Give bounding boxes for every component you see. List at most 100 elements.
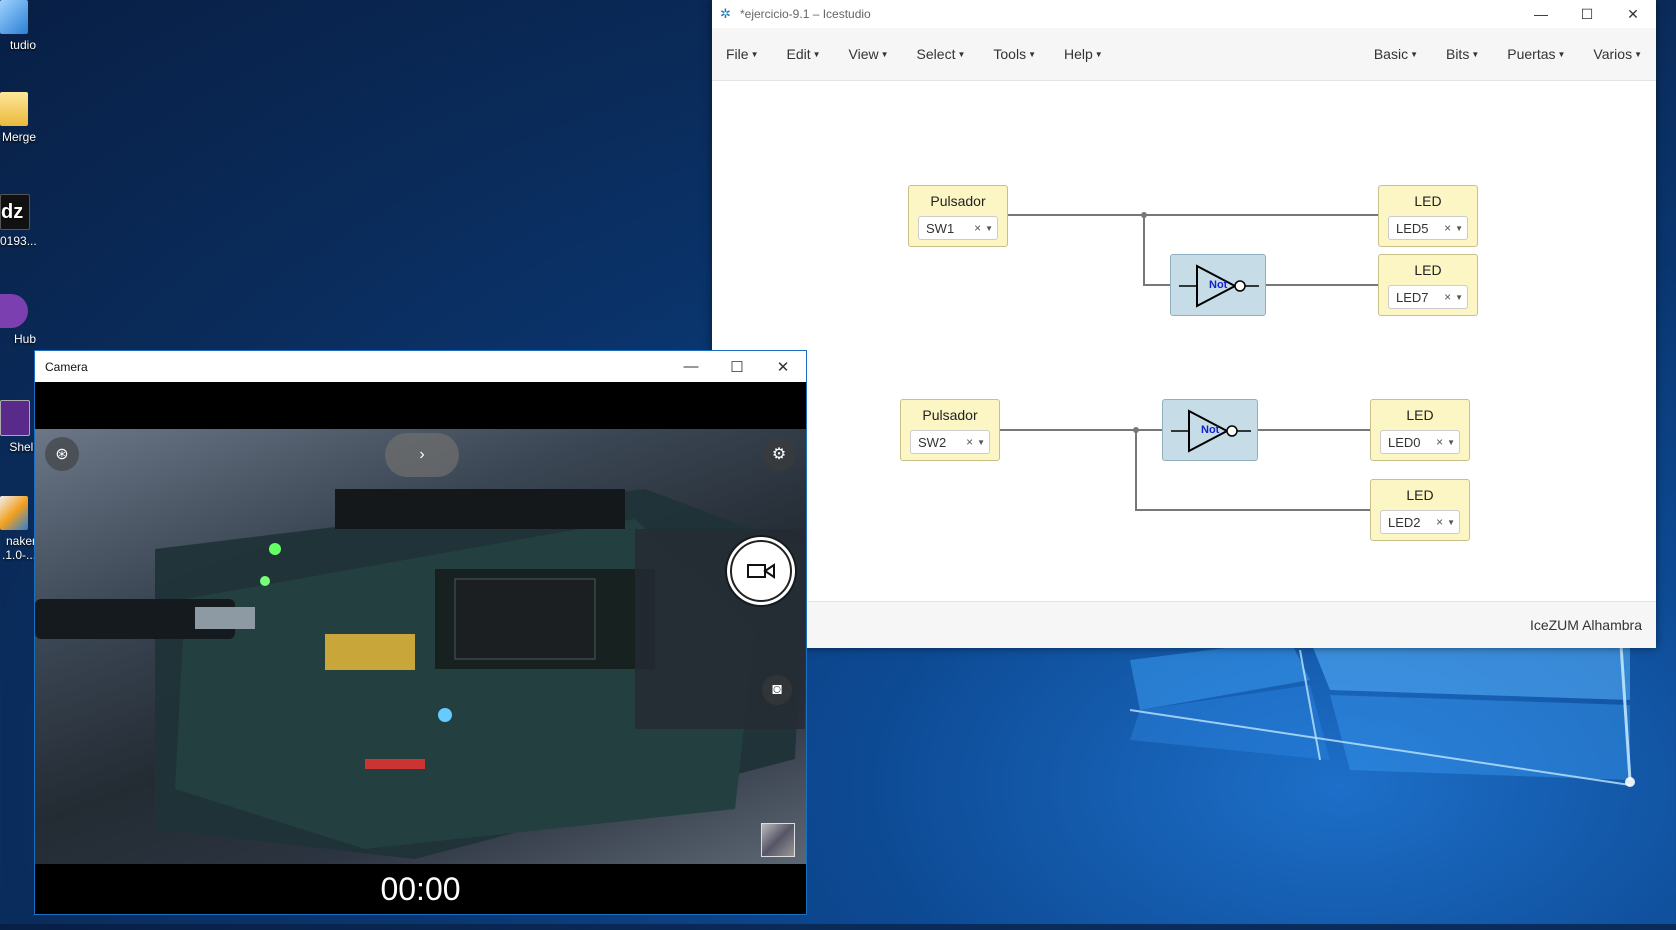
block-title: LED [1406, 487, 1434, 503]
camera-titlebar[interactable]: Camera — ☐ ✕ [35, 351, 806, 382]
hdr-icon[interactable]: ⊛ [45, 437, 79, 471]
close-button[interactable]: ✕ [760, 351, 806, 382]
last-capture-thumbnail[interactable] [761, 823, 795, 857]
pin-value: LED2 [1388, 514, 1421, 530]
menu-label: View [848, 46, 879, 62]
window-title: *ejercicio-9.1 – Icestudio [740, 7, 871, 21]
pulsador-block-2[interactable]: Pulsador SW2 × ▼ [900, 399, 1000, 461]
menu-label: Varios [1593, 46, 1633, 62]
menu-edit[interactable]: Edit ▼ [772, 46, 834, 62]
wires [1000, 212, 1378, 511]
clear-icon[interactable]: × [1444, 290, 1451, 304]
menu-basic[interactable]: Basic ▼ [1360, 46, 1432, 62]
expand-chevron-button[interactable]: › [385, 433, 459, 477]
board-name[interactable]: IceZUM Alhambra [1530, 617, 1642, 633]
menu-tools[interactable]: Tools ▼ [979, 46, 1050, 62]
menu-label: Select [916, 46, 956, 62]
menu-bits[interactable]: Bits ▼ [1432, 46, 1493, 62]
pin-value: SW2 [918, 434, 947, 450]
menu-label: Puertas [1507, 46, 1556, 62]
pin-value: LED7 [1396, 289, 1429, 305]
caret-down-icon: ▼ [812, 49, 821, 59]
icestudio-titlebar[interactable]: ✲ *ejercicio-9.1 – Icestudio — ☐ ✕ [712, 0, 1656, 28]
pin-select[interactable]: LED5 × ▼ [1388, 216, 1468, 240]
circuit-canvas[interactable]: Pulsador SW1 × ▼ LED LED5 × ▼ Not LED LE… [712, 81, 1656, 601]
menu-view[interactable]: View ▼ [835, 46, 903, 62]
desktop-icon-dz[interactable]: dz 0193... [0, 194, 36, 248]
clear-icon[interactable]: × [1444, 221, 1451, 235]
clear-icon[interactable]: × [966, 435, 973, 449]
caret-down-icon: ▼ [1028, 49, 1036, 59]
menu-help[interactable]: Help ▼ [1050, 46, 1117, 62]
desktop-wallpaper-glow [1130, 630, 1635, 787]
desktop-icon-merge[interactable]: Merge [0, 92, 36, 144]
menu-label: File [726, 46, 749, 62]
camera-window: Camera — ☐ ✕ ⊛ › ⚙ ◙ 00:00 [34, 350, 807, 915]
record-video-button[interactable] [727, 537, 795, 605]
caret-down-icon: ▼ [1447, 517, 1455, 527]
menu-label: Bits [1445, 46, 1470, 62]
menu-puertas[interactable]: Puertas ▼ [1493, 46, 1579, 62]
block-title: LED [1414, 262, 1442, 278]
caret-down-icon: ▼ [1447, 437, 1455, 447]
icestudio-window: ✲ *ejercicio-9.1 – Icestudio — ☐ ✕ File ▼… [712, 0, 1656, 648]
menu-right: Basic ▼ Bits ▼ Puertas ▼ Varios ▼ [1360, 46, 1656, 62]
pulsador-block-1[interactable]: Pulsador SW1 × ▼ [908, 185, 1008, 247]
caret-down-icon: ▼ [1455, 223, 1463, 233]
clear-icon[interactable]: × [974, 221, 981, 235]
settings-gear-icon[interactable]: ⚙ [762, 437, 796, 471]
caret-down-icon: ▼ [1455, 292, 1463, 302]
menubar: File ▼ Edit ▼ View ▼ Select ▼ Tools ▼ Help ▼ B… [712, 28, 1656, 81]
caret-down-icon: ▼ [1471, 49, 1480, 59]
caret-down-icon: ▼ [1410, 49, 1418, 59]
desktop-icon-label-2: .1.0-... [1, 548, 36, 562]
led-block-0[interactable]: LED LED0 × ▼ [1370, 399, 1470, 461]
desktop-icon-shell[interactable]: Shell [0, 400, 36, 454]
not-gate-2[interactable]: Not [1162, 399, 1258, 461]
video-camera-icon [747, 563, 775, 579]
led-block-5[interactable]: LED LED5 × ▼ [1378, 185, 1478, 247]
github-icon [0, 294, 28, 328]
block-title: LED [1406, 407, 1434, 423]
caret-down-icon: ▼ [957, 49, 966, 59]
led-block-7[interactable]: LED LED7 × ▼ [1378, 254, 1478, 316]
status-footer: IceZUM Alhambra [712, 601, 1656, 648]
caret-down-icon: ▼ [880, 49, 889, 59]
pin-select[interactable]: SW2 × ▼ [910, 430, 990, 454]
desktop-icon-github[interactable]: Hub [0, 294, 36, 346]
folder-icon [0, 92, 28, 126]
caret-down-icon: ▼ [750, 49, 759, 59]
photo-mode-camera-icon[interactable]: ◙ [762, 675, 792, 705]
block-title: Pulsador [930, 193, 986, 209]
maximize-button[interactable]: ☐ [1564, 0, 1610, 28]
close-button[interactable]: ✕ [1610, 0, 1656, 28]
desktop-icon-label: Merge [1, 130, 36, 144]
pin-select[interactable]: LED7 × ▼ [1388, 285, 1468, 309]
not-label: Not [1209, 279, 1228, 291]
window-title: Camera [45, 359, 88, 374]
recording-timer: 00:00 [380, 871, 461, 907]
not-gate-1[interactable]: Not [1170, 254, 1266, 316]
desktop-icon-installer[interactable]: naker .1.0-... [0, 496, 36, 562]
menu-select[interactable]: Select ▼ [903, 46, 980, 62]
desktop-icon-studio[interactable]: tudio [0, 0, 36, 52]
menu-file[interactable]: File ▼ [712, 46, 772, 62]
led-block-2[interactable]: LED LED2 × ▼ [1370, 479, 1470, 541]
menu-varios[interactable]: Varios ▼ [1579, 46, 1656, 62]
clear-icon[interactable]: × [1436, 515, 1443, 529]
caret-down-icon: ▼ [1094, 49, 1103, 59]
minimize-button[interactable]: — [668, 351, 714, 382]
clear-icon[interactable]: × [1436, 435, 1443, 449]
not-label: Not [1201, 424, 1220, 436]
block-title: Pulsador [922, 407, 978, 423]
menu-label: Basic [1373, 46, 1409, 62]
pin-select[interactable]: LED2 × ▼ [1380, 510, 1460, 534]
maximize-button[interactable]: ☐ [714, 351, 760, 382]
menu-left: File ▼ Edit ▼ View ▼ Select ▼ Tools ▼ Help ▼ [712, 46, 1117, 62]
pin-select[interactable]: SW1 × ▼ [918, 216, 998, 240]
minimize-button[interactable]: — [1518, 0, 1564, 28]
menu-label: Edit [786, 46, 811, 62]
pin-select[interactable]: LED0 × ▼ [1380, 430, 1460, 454]
desktop-icon-label: tudio [9, 38, 36, 52]
studio-icon [0, 0, 28, 34]
